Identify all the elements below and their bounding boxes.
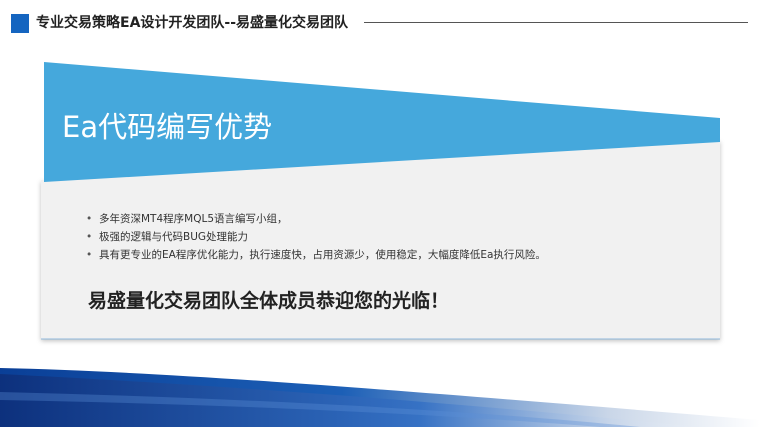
welcome-message: 易盛量化交易团队全体成员恭迎您的光临！: [88, 290, 450, 312]
list-item: 极强的逻辑与代码BUG处理能力: [86, 228, 546, 246]
list-item: 多年资深MT4程序MQL5语言编写小组，: [86, 210, 546, 228]
header-accent-square: [11, 14, 29, 33]
feature-list: 多年资深MT4程序MQL5语言编写小组， 极强的逻辑与代码BUG处理能力 具有更…: [86, 210, 546, 264]
header-divider: [364, 22, 748, 23]
section-heading: Ea代码编写优势: [62, 110, 273, 144]
list-item: 具有更专业的EA程序优化能力，执行速度快，占用资源少，使用稳定，大幅度降低Ea执…: [86, 246, 546, 264]
page-title: 专业交易策略EA设计开发团队--易盛量化交易团队: [36, 15, 349, 31]
